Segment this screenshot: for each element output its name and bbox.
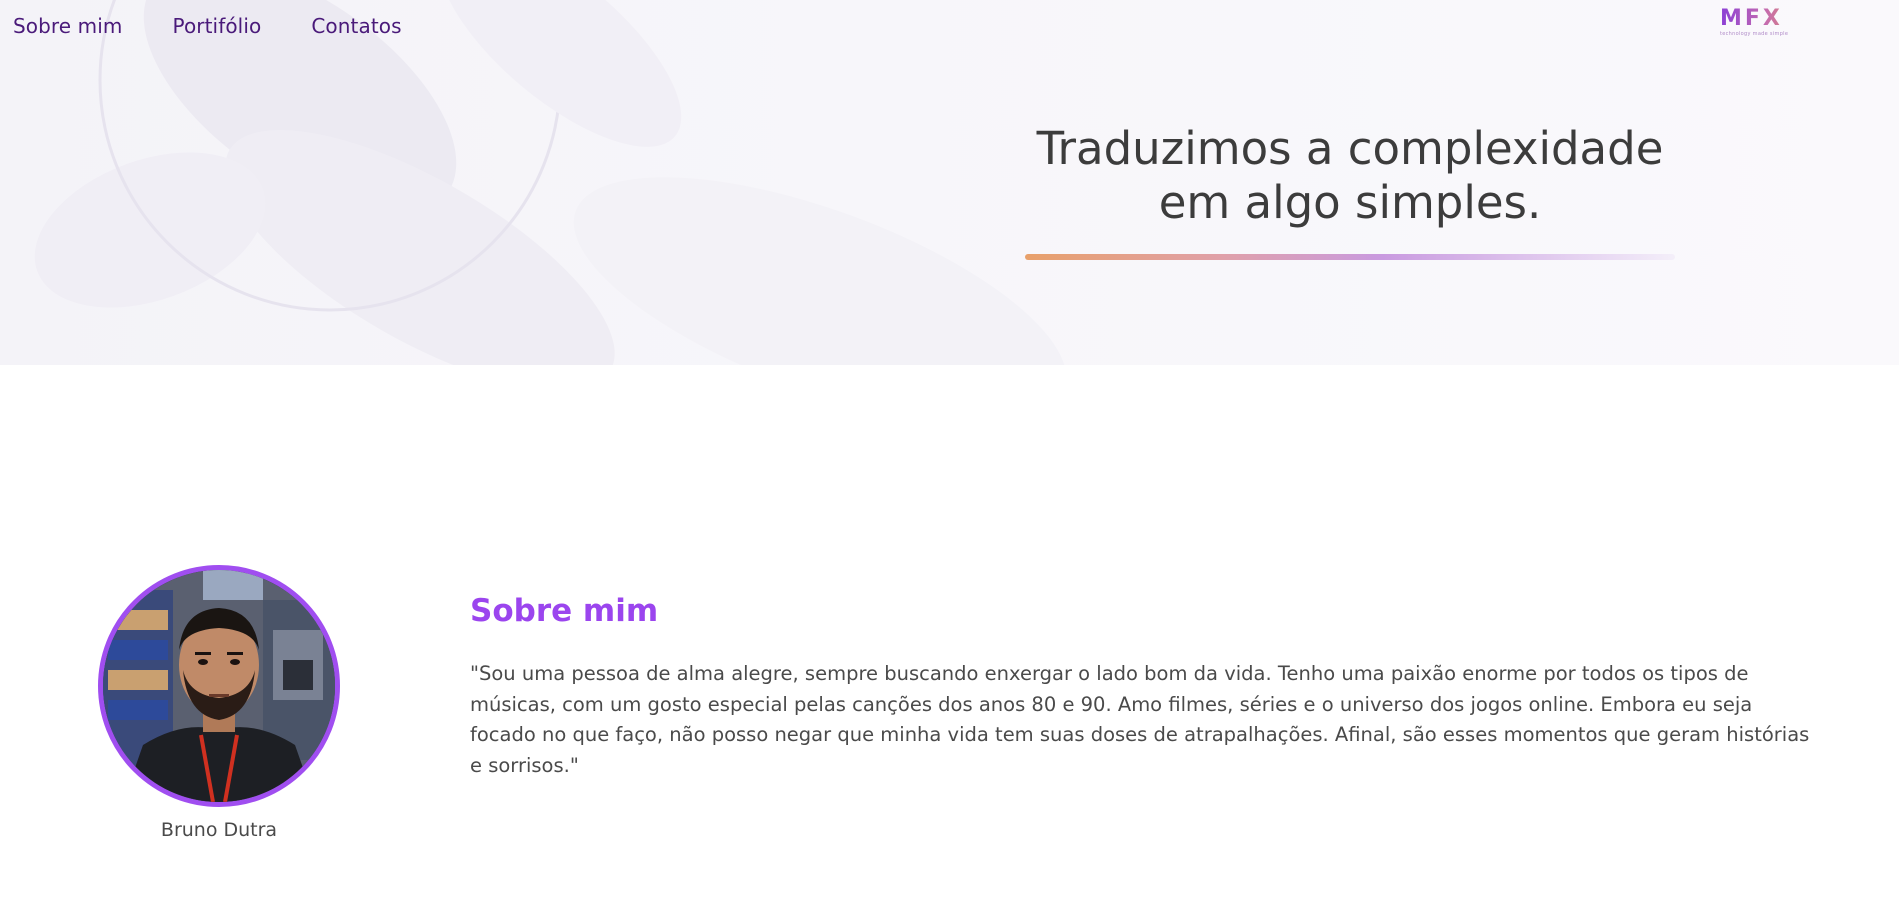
- hero-tagline-line1: Traduzimos a complexidade: [1036, 122, 1664, 175]
- nav-link-sobre-mim[interactable]: Sobre mim: [13, 14, 123, 38]
- about-description: "Sou uma pessoa de alma alegre, sempre b…: [470, 662, 1810, 777]
- tagline-underline: [1025, 254, 1675, 260]
- about-title: Sobre mim: [470, 593, 659, 629]
- nav-link-contatos[interactable]: Contatos: [311, 14, 401, 38]
- logo-tagline: technology made simple: [1720, 31, 1789, 37]
- hero-banner: Sobre mim Portifólio Contatos MFX techno…: [0, 0, 1899, 365]
- nav-link-portifolio[interactable]: Portifólio: [173, 14, 262, 38]
- main-nav: Sobre mim Portifólio Contatos: [13, 14, 402, 38]
- about-section: Bruno Dutra Sobre mim "Sou uma pessoa de…: [0, 365, 1899, 897]
- logo-mark: MFX: [1720, 8, 1810, 30]
- brand-logo[interactable]: MFX technology made simple: [1720, 8, 1810, 42]
- hero-tagline-line2: em algo simples.: [1158, 176, 1542, 229]
- avatar-photo: [103, 570, 335, 802]
- avatar: [98, 565, 340, 807]
- hero-tagline: Traduzimos a complexidade em algo simple…: [1000, 122, 1700, 230]
- avatar-name: Bruno Dutra: [160, 819, 278, 841]
